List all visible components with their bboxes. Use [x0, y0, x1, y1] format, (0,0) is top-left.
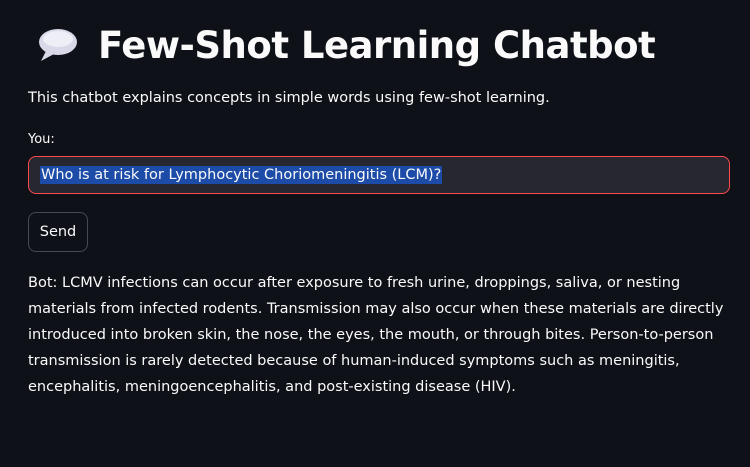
question-input-value[interactable]: Who is at risk for Lymphocytic Choriomen… [40, 166, 443, 184]
app-container: Few-Shot Learning Chatbot This chatbot e… [0, 0, 750, 467]
page-description: This chatbot explains concepts in simple… [28, 90, 550, 106]
bot-response: Bot: LCMV infections can occur after exp… [28, 275, 724, 395]
header: Few-Shot Learning Chatbot [36, 18, 656, 72]
page-title: Few-Shot Learning Chatbot [98, 23, 656, 67]
question-input[interactable]: Who is at risk for Lymphocytic Choriomen… [28, 156, 730, 194]
input-label: You: [28, 132, 55, 147]
send-button[interactable]: Send [28, 212, 88, 252]
speech-balloon-icon [36, 25, 80, 65]
